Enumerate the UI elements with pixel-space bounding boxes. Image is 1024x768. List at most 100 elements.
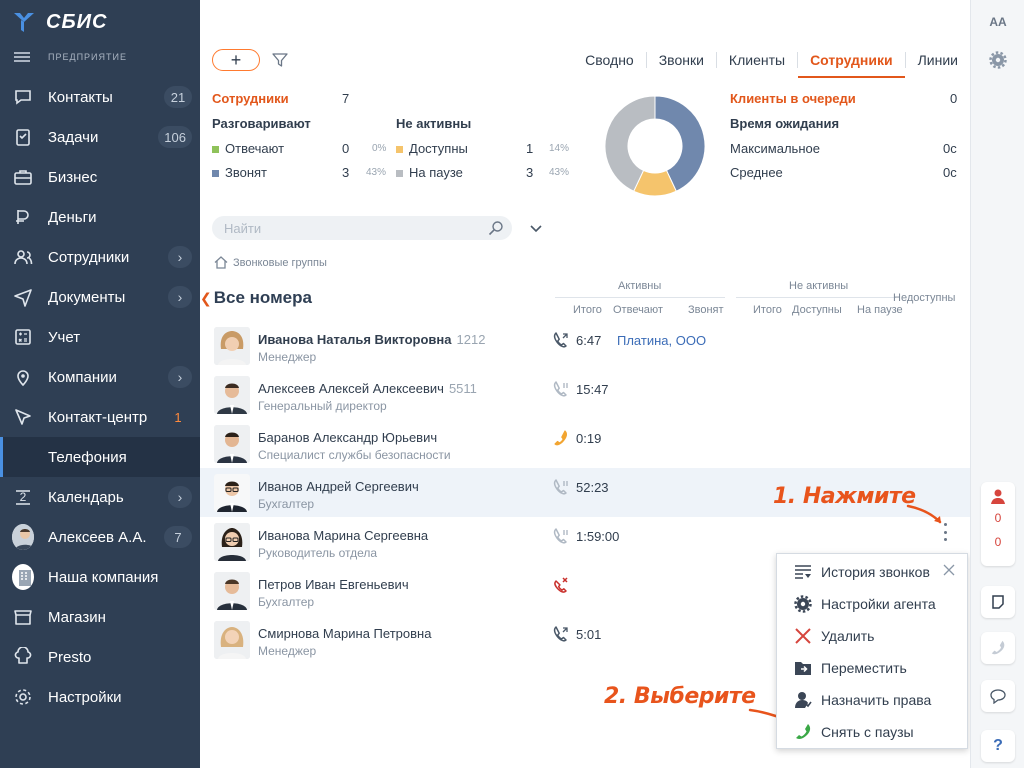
sidebar-item-contacts[interactable]: Контакты 21 xyxy=(0,77,200,117)
sidebar-item-calendar[interactable]: 2 Календарь › xyxy=(0,477,200,517)
logo-text: СБИС xyxy=(46,10,108,33)
client-link[interactable]: Платина, ООО xyxy=(617,333,706,348)
col-ringing[interactable]: Звонят xyxy=(688,304,724,316)
home-icon xyxy=(214,256,228,269)
sidebar-item-documents[interactable]: Документы › xyxy=(0,277,200,317)
employee-position: Бухгалтер xyxy=(258,497,315,511)
sidebar-item-settings[interactable]: Настройки xyxy=(0,677,200,717)
chevron-right-icon[interactable]: › xyxy=(168,246,192,268)
col-available[interactable]: Доступны xyxy=(792,304,842,316)
chat-button[interactable] xyxy=(981,680,1015,712)
people-icon xyxy=(12,246,34,268)
sidebar-item-label: Бизнес xyxy=(48,168,98,186)
menu-icon[interactable] xyxy=(14,52,30,62)
help-button[interactable]: ? xyxy=(981,730,1015,762)
tasks-icon xyxy=(12,126,34,148)
col-total[interactable]: Итого xyxy=(573,304,602,316)
menu-item-unpause[interactable]: Снять с паузы xyxy=(777,716,969,748)
sidebar-item-tasks[interactable]: Задачи 106 xyxy=(0,117,200,157)
font-size-button[interactable]: AA xyxy=(982,6,1014,38)
col-total-inactive[interactable]: Итого xyxy=(753,304,782,316)
table-row[interactable]: Иванова Наталья Викторовна 1212 Менеджер … xyxy=(200,321,970,370)
tab-employees[interactable]: Сотрудники xyxy=(797,52,905,78)
tab-clients[interactable]: Клиенты xyxy=(715,52,797,68)
chevron-down-icon[interactable] xyxy=(526,219,546,237)
employee-position: Специалист службы безопасности xyxy=(258,448,451,462)
menu-item-move[interactable]: Переместить xyxy=(777,652,969,684)
paused-stat[interactable]: На паузе xyxy=(396,165,463,180)
table-row[interactable]: Алексеев Алексей Алексеевич 5511 Генераль… xyxy=(200,370,970,419)
logo-icon xyxy=(14,13,34,32)
add-button[interactable]: + xyxy=(212,49,260,71)
legend-dot xyxy=(396,146,403,154)
sidebar-item-companies[interactable]: Компании › xyxy=(0,357,200,397)
gear-icon[interactable] xyxy=(982,44,1014,76)
menu-item-delete[interactable]: Удалить xyxy=(777,620,969,652)
employee-position: Бухгалтер xyxy=(258,595,315,609)
rights-icon xyxy=(793,690,813,710)
filter-icon[interactable] xyxy=(272,52,288,68)
history-icon xyxy=(793,562,813,582)
menu-item-label: История звонков xyxy=(821,564,930,580)
operator-icon xyxy=(991,489,1005,504)
sidebar-item-user[interactable]: Алексеев А.А. 7 xyxy=(0,517,200,557)
call-button[interactable] xyxy=(981,632,1015,664)
menu-item-agent-settings[interactable]: Настройки агента xyxy=(777,588,969,620)
org-label: ПРЕДПРИЯТИЕ xyxy=(48,52,127,62)
sidebar-item-contact-center[interactable]: Контакт-центр 1 xyxy=(0,397,200,437)
sidebar-item-employees[interactable]: Сотрудники › xyxy=(0,237,200,277)
sidebar-item-accounting[interactable]: Учет xyxy=(0,317,200,357)
menu-item-assign-rights[interactable]: Назначить права xyxy=(777,684,969,716)
search-box xyxy=(212,216,512,240)
available-label: Доступны xyxy=(409,141,468,156)
sidebar-item-money[interactable]: Деньги xyxy=(0,197,200,237)
sidebar-item-shop[interactable]: Магазин xyxy=(0,597,200,637)
chevron-right-icon[interactable]: › xyxy=(168,486,192,508)
employees-value: 7 xyxy=(342,91,350,106)
col-paused[interactable]: На паузе xyxy=(857,304,903,316)
inactive-label: Не активны xyxy=(396,116,472,131)
avatar xyxy=(214,376,250,414)
divider xyxy=(736,297,896,298)
send-icon xyxy=(12,286,34,308)
answering-value: 0 xyxy=(342,141,350,156)
sidebar-item-label: Учет xyxy=(48,328,81,346)
tab-summary[interactable]: Сводно xyxy=(573,52,646,68)
sidebar-item-presto[interactable]: Presto xyxy=(0,637,200,677)
briefcase-icon xyxy=(12,166,34,188)
sidebar-item-business[interactable]: Бизнес xyxy=(0,157,200,197)
answering-stat[interactable]: Отвечают xyxy=(212,141,284,156)
sidebar-item-label: Контакт-центр xyxy=(48,408,148,426)
sidebar-item-telephony[interactable]: Телефония xyxy=(0,437,200,477)
chat-icon xyxy=(990,689,1006,704)
sidebar-item-label: Документы xyxy=(48,288,126,306)
tab-lines[interactable]: Линии xyxy=(904,52,958,68)
rail-count: 0 xyxy=(994,535,1002,549)
ringing-stat[interactable]: Звонят xyxy=(212,165,267,180)
breadcrumb[interactable]: Звонковые группы xyxy=(214,256,327,269)
search-input[interactable] xyxy=(224,220,464,236)
chevron-right-icon[interactable]: › xyxy=(168,286,192,308)
avg-wait-value: 0с xyxy=(943,165,957,180)
call-duration: 52:23 xyxy=(576,480,609,495)
col-answering[interactable]: Отвечают xyxy=(613,304,663,316)
menu-item-call-history[interactable]: История звонков xyxy=(777,556,969,588)
logo[interactable]: СБИС xyxy=(12,8,107,36)
sidebar-item-our-company[interactable]: Наша компания xyxy=(0,557,200,597)
org-switcher[interactable]: ПРЕДПРИЯТИЕ xyxy=(14,50,127,64)
status-donut-chart xyxy=(604,95,706,197)
phone-paused-icon xyxy=(553,381,568,397)
table-row[interactable]: Баранов Александр Юрьевич Специалист слу… xyxy=(200,419,970,468)
breadcrumb-label: Звонковые группы xyxy=(233,256,327,269)
ringing-pct: 43% xyxy=(366,167,387,178)
available-stat[interactable]: Доступны xyxy=(396,141,468,156)
collapse-marker-icon[interactable]: ❮ xyxy=(200,290,212,307)
search-icon[interactable] xyxy=(488,220,504,236)
sidebar-item-label: Алексеев А.А. xyxy=(48,528,147,546)
tab-calls[interactable]: Звонки xyxy=(645,52,716,68)
col-unavailable: Недоступны xyxy=(893,292,956,304)
chevron-right-icon[interactable]: › xyxy=(168,366,192,388)
operator-status-card[interactable]: 0 0 xyxy=(981,482,1015,566)
count-badge: 1 xyxy=(174,409,182,425)
notes-button[interactable] xyxy=(981,586,1015,618)
